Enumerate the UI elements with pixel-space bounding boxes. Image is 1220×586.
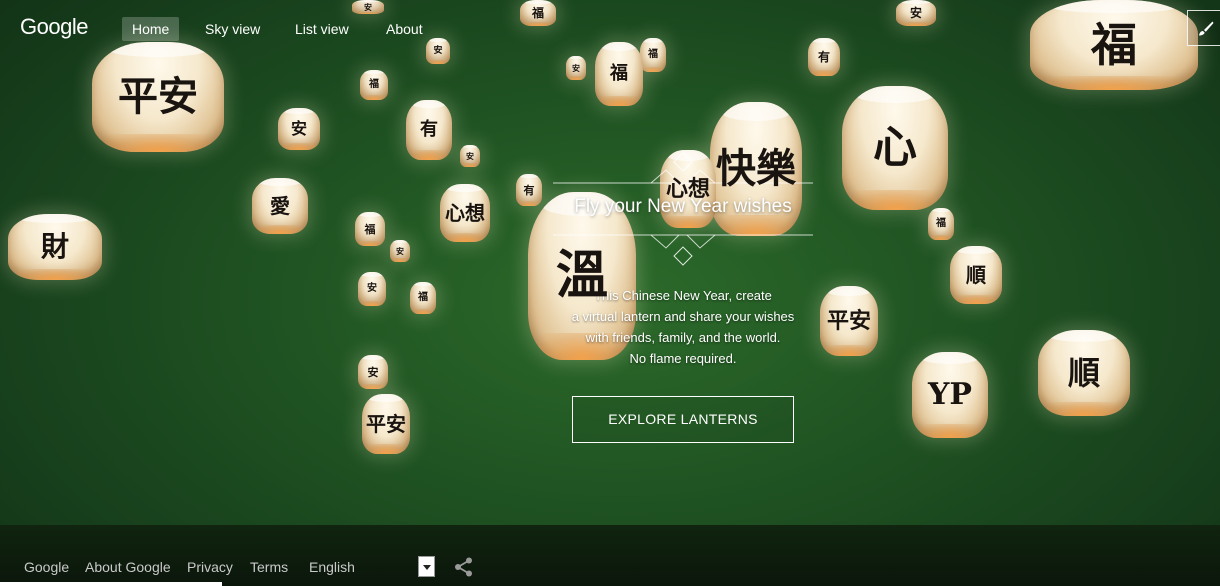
- lantern[interactable]: 平安: [362, 394, 410, 454]
- lantern[interactable]: 福: [360, 70, 388, 100]
- language-dropdown[interactable]: [418, 556, 435, 577]
- footer-link-privacy[interactable]: Privacy: [187, 559, 233, 575]
- lantern[interactable]: 福: [928, 208, 954, 240]
- nav-item-list-view[interactable]: List view: [285, 17, 359, 41]
- lantern[interactable]: 安: [358, 355, 388, 389]
- lantern[interactable]: 平安: [92, 42, 224, 152]
- lantern[interactable]: 心想: [440, 184, 490, 242]
- lantern[interactable]: 有: [516, 174, 542, 206]
- lantern[interactable]: YP: [912, 352, 988, 438]
- nav-item-sky-view[interactable]: Sky view: [195, 17, 270, 41]
- lantern[interactable]: 順: [1038, 330, 1130, 416]
- footer-link-about-google[interactable]: About Google: [85, 559, 171, 575]
- lantern[interactable]: 安: [566, 56, 586, 80]
- nav-item-home[interactable]: Home: [122, 17, 180, 41]
- language-label[interactable]: English: [309, 559, 355, 575]
- google-logo[interactable]: Google: [20, 14, 88, 40]
- lantern[interactable]: 財: [8, 214, 102, 280]
- explore-lanterns-button[interactable]: EXPLORE LANTERNS: [572, 396, 794, 443]
- lantern[interactable]: 安: [358, 272, 386, 306]
- footer-link-google[interactable]: Google: [24, 559, 69, 575]
- hero-description-line: a virtual lantern and share your wishes: [571, 309, 795, 324]
- lantern[interactable]: 安: [278, 108, 320, 150]
- lantern[interactable]: 心: [842, 86, 948, 210]
- create-lantern-button[interactable]: [1187, 10, 1220, 46]
- share-icon[interactable]: [453, 556, 475, 578]
- nav-item-about[interactable]: About: [376, 17, 433, 41]
- hero-description-line: No flame required.: [629, 351, 737, 366]
- lantern[interactable]: 安: [460, 145, 480, 167]
- brush-icon: [1199, 21, 1214, 36]
- hero-description-line: with friends, family, and the world.: [585, 330, 781, 345]
- bottom-scrollbar[interactable]: [0, 582, 222, 586]
- lantern[interactable]: 福: [355, 212, 385, 246]
- top-nav: Google Home Sky view List view About: [0, 0, 1220, 58]
- footer-link-terms[interactable]: Terms: [250, 559, 288, 575]
- lantern[interactable]: 安: [390, 240, 410, 262]
- lantern[interactable]: 福: [410, 282, 436, 314]
- lantern[interactable]: 有: [406, 100, 452, 160]
- ground: [0, 525, 1220, 586]
- lantern[interactable]: 順: [950, 246, 1002, 304]
- lantern[interactable]: 愛: [252, 178, 308, 234]
